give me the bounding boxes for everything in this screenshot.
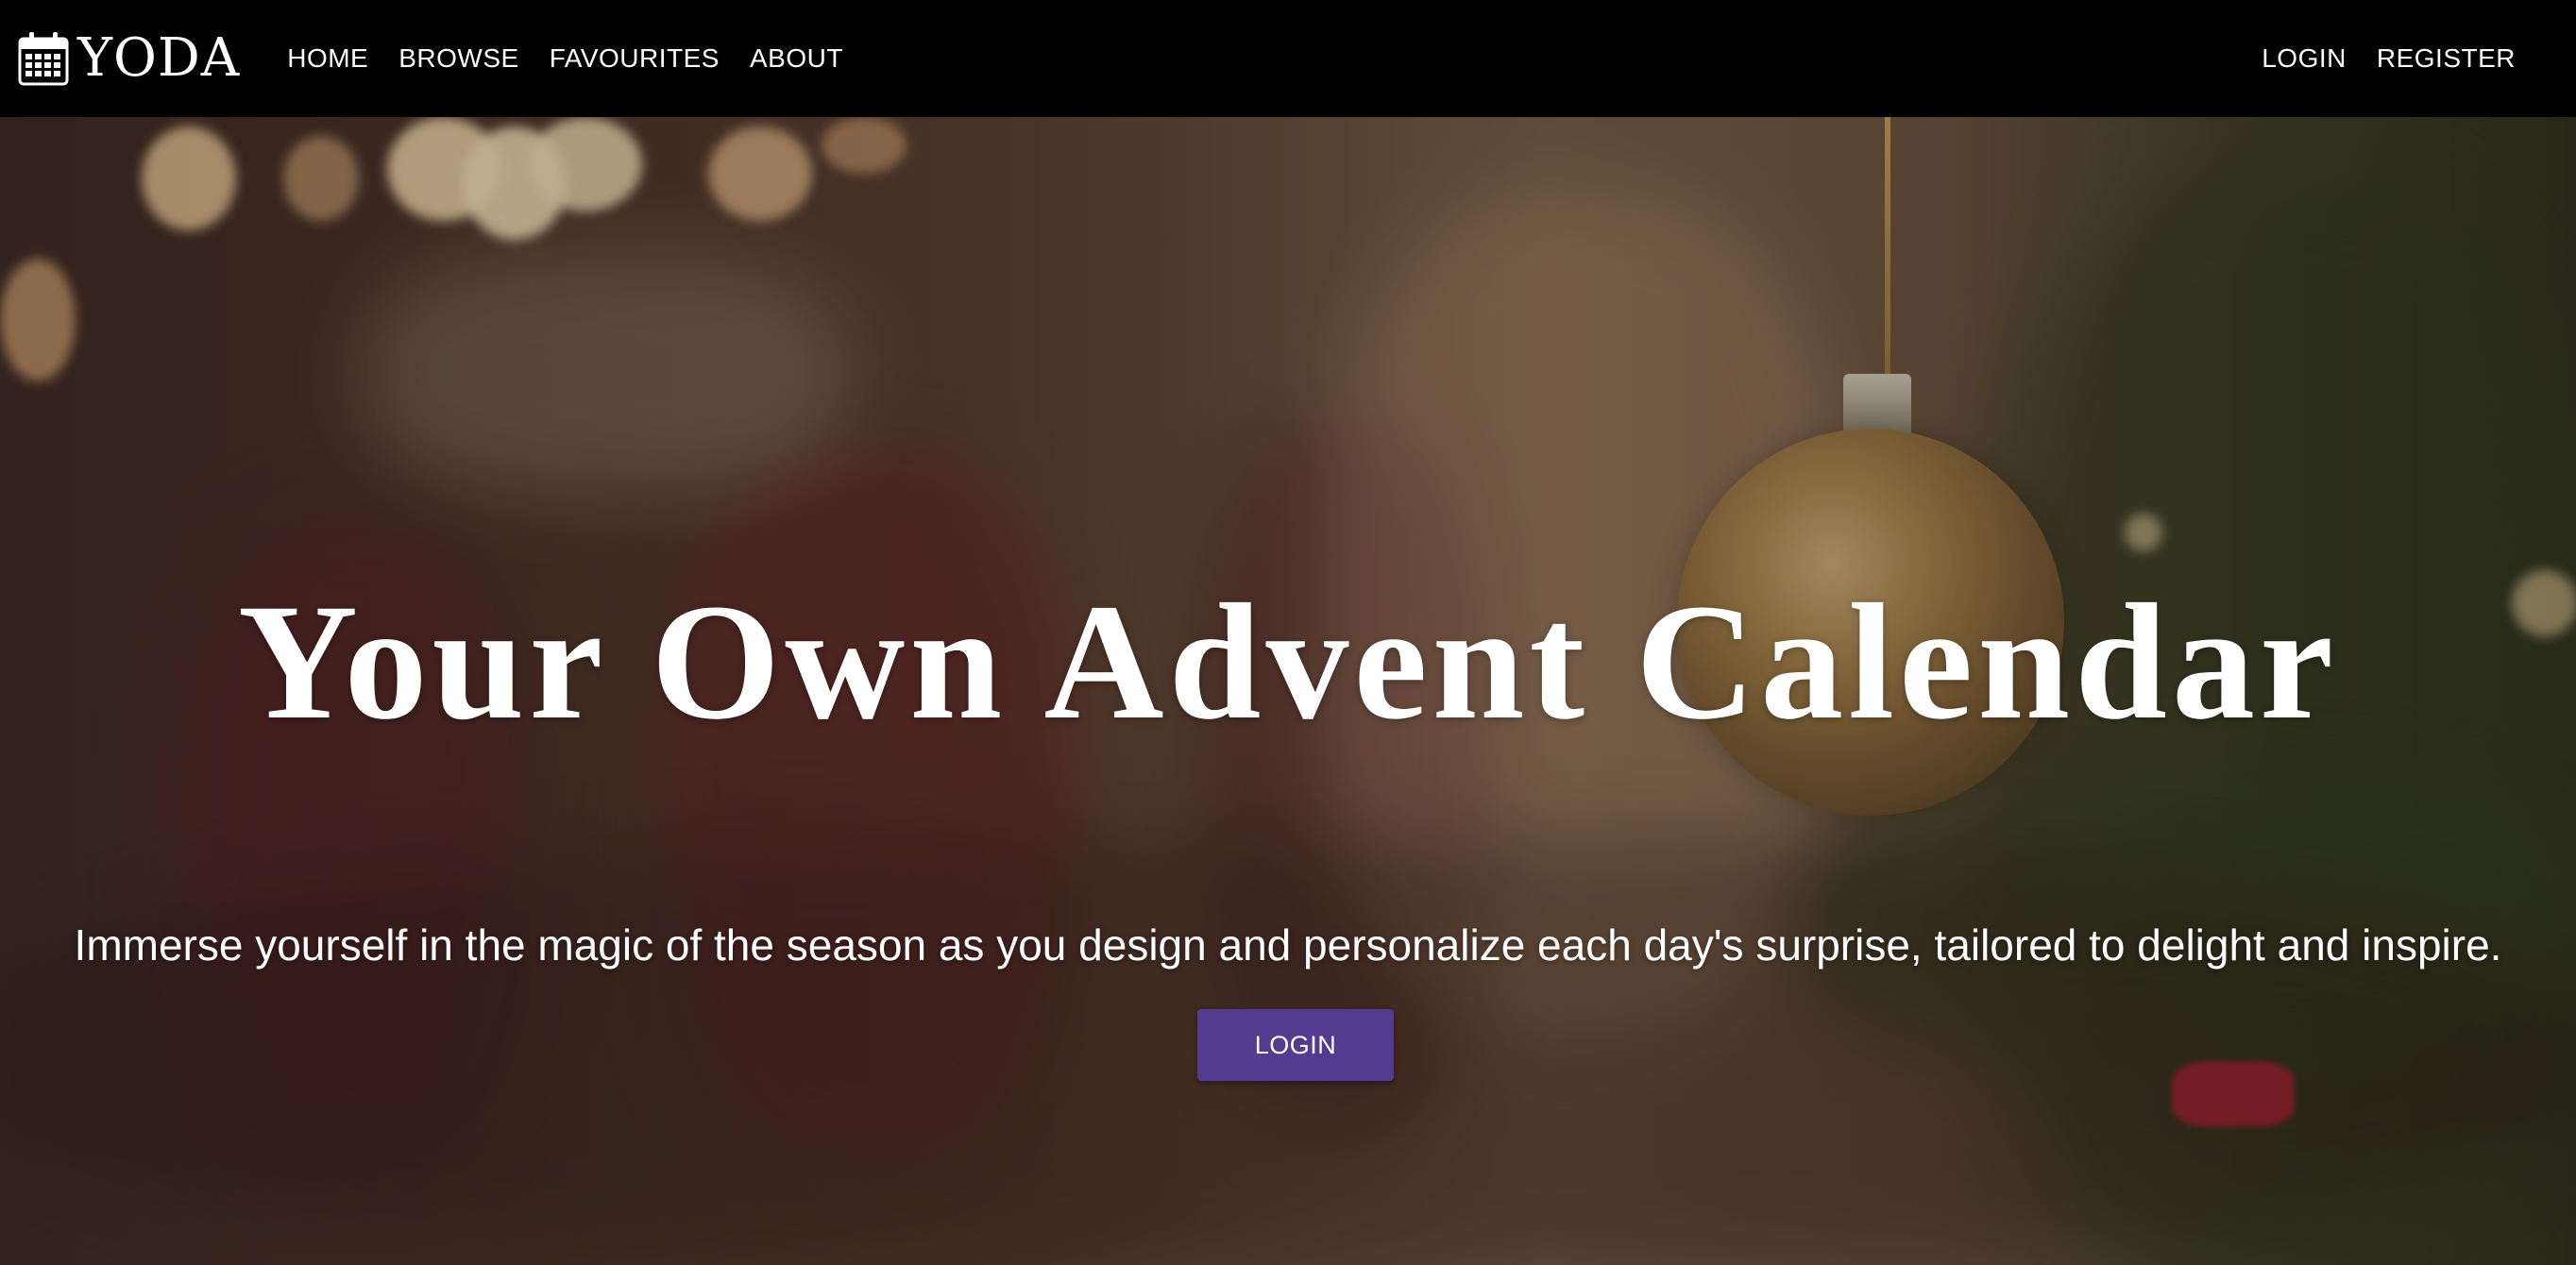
nav-login-link[interactable]: LOGIN bbox=[2246, 34, 2362, 83]
brand-name: YODA bbox=[77, 27, 241, 89]
top-navbar: YODA HOME BROWSE FAVOURITES ABOUT LOGIN … bbox=[0, 0, 2576, 117]
nav-browse-link[interactable]: BROWSE bbox=[383, 34, 534, 83]
nav-favourites-link[interactable]: FAVOURITES bbox=[534, 34, 735, 83]
primary-nav: HOME BROWSE FAVOURITES ABOUT bbox=[272, 34, 858, 83]
nav-register-link[interactable]: REGISTER bbox=[2362, 34, 2531, 83]
hero-subtitle: Immerse yourself in the magic of the sea… bbox=[74, 920, 2502, 970]
nav-home-link[interactable]: HOME bbox=[272, 34, 383, 83]
hero-title: Your Own Advent Calendar bbox=[237, 570, 2339, 754]
account-nav: LOGIN REGISTER bbox=[2246, 34, 2531, 83]
hero-login-button[interactable]: LOGIN bbox=[1197, 1009, 1394, 1081]
nav-about-link[interactable]: ABOUT bbox=[735, 34, 858, 83]
calendar-icon bbox=[17, 30, 70, 87]
hero-section: Your Own Advent Calendar Immerse yoursel… bbox=[0, 117, 2576, 1265]
brand-logo-link[interactable]: YODA bbox=[17, 30, 240, 87]
